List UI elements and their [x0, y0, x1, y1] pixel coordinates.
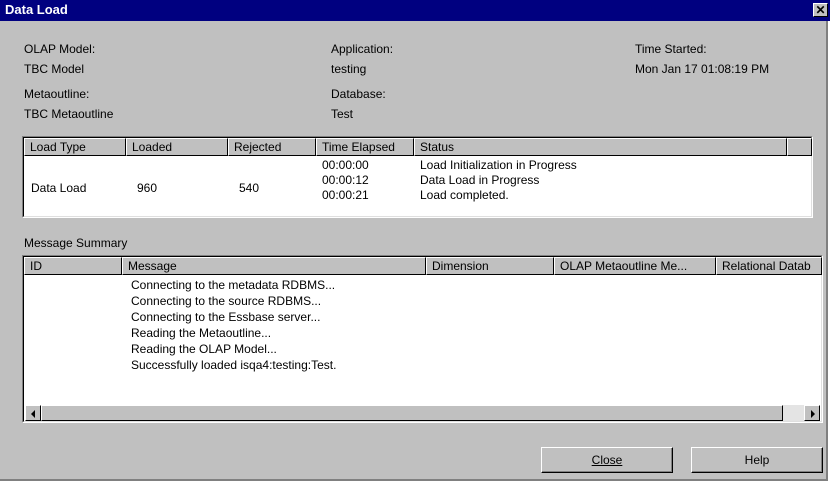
time-elapsed-cell: 00:00:00 [322, 158, 369, 172]
application-label: Application: [331, 42, 394, 56]
message-summary-label: Message Summary [24, 236, 128, 250]
application-value: testing [331, 62, 367, 76]
list-item[interactable]: Successfully loaded isqa4:testing:Test. [131, 359, 336, 372]
col-filler [787, 138, 812, 156]
close-x-icon[interactable]: ✕ [813, 3, 828, 17]
col-message[interactable]: Message [122, 257, 426, 275]
time-started-value: Mon Jan 17 01:08:19 PM [635, 62, 770, 76]
help-button-label: Help [744, 453, 770, 467]
message-summary-list: ID Message Dimension OLAP Metaoutline Me… [22, 255, 823, 423]
list-item[interactable]: Reading the OLAP Model... [131, 343, 277, 356]
status-cell: Load Initialization in Progress [420, 158, 577, 172]
load-type-cell: Data Load [31, 181, 87, 195]
olap-model-value: TBC Model [24, 62, 85, 76]
arrow-left-icon [31, 410, 35, 418]
rejected-cell: 540 [239, 181, 260, 195]
horizontal-scrollbar[interactable] [25, 405, 820, 421]
col-status[interactable]: Status [414, 138, 787, 156]
data-load-dialog: Data Load ✕ OLAP Model: TBC Model Metaou… [0, 0, 830, 481]
database-value: Test [331, 107, 354, 121]
help-button[interactable]: Help [691, 447, 823, 473]
col-olap-metaoutline[interactable]: OLAP Metaoutline Me... [554, 257, 716, 275]
database-label: Database: [331, 87, 386, 101]
status-cell: Load completed. [420, 188, 509, 202]
metaoutline-value: TBC Metaoutline [24, 107, 114, 121]
time-elapsed-cell: 00:00:12 [322, 173, 369, 187]
arrow-right-icon [811, 410, 815, 418]
list-item[interactable]: Connecting to the metadata RDBMS... [131, 279, 335, 292]
close-button[interactable]: Close [541, 447, 673, 473]
load-status-table: Load Type Loaded Rejected Time Elapsed S… [22, 136, 813, 218]
loaded-cell: 960 [137, 181, 158, 195]
col-time-elapsed[interactable]: Time Elapsed [316, 138, 414, 156]
time-started-label: Time Started: [635, 42, 707, 56]
col-loaded[interactable]: Loaded [126, 138, 228, 156]
metaoutline-label: Metaoutline: [24, 87, 90, 101]
list-item[interactable]: Connecting to the source RDBMS... [131, 295, 321, 308]
status-cell: Data Load in Progress [420, 173, 540, 187]
col-load-type[interactable]: Load Type [24, 138, 126, 156]
olap-model-label: OLAP Model: [24, 42, 96, 56]
col-dimension[interactable]: Dimension [426, 257, 554, 275]
window-title: Data Load [5, 2, 68, 17]
title-bar: Data Load ✕ [0, 0, 830, 21]
time-elapsed-cell: 00:00:21 [322, 188, 369, 202]
scroll-right-button[interactable] [804, 405, 820, 421]
list-item[interactable]: Reading the Metaoutline... [131, 327, 271, 340]
col-rejected[interactable]: Rejected [228, 138, 316, 156]
col-id[interactable]: ID [24, 257, 122, 275]
list-item[interactable]: Connecting to the Essbase server... [131, 311, 320, 324]
scroll-thumb[interactable] [41, 405, 783, 421]
close-button-label: Close [591, 453, 623, 467]
scroll-left-button[interactable] [25, 405, 41, 421]
col-relational-database[interactable]: Relational Datab [716, 257, 822, 275]
